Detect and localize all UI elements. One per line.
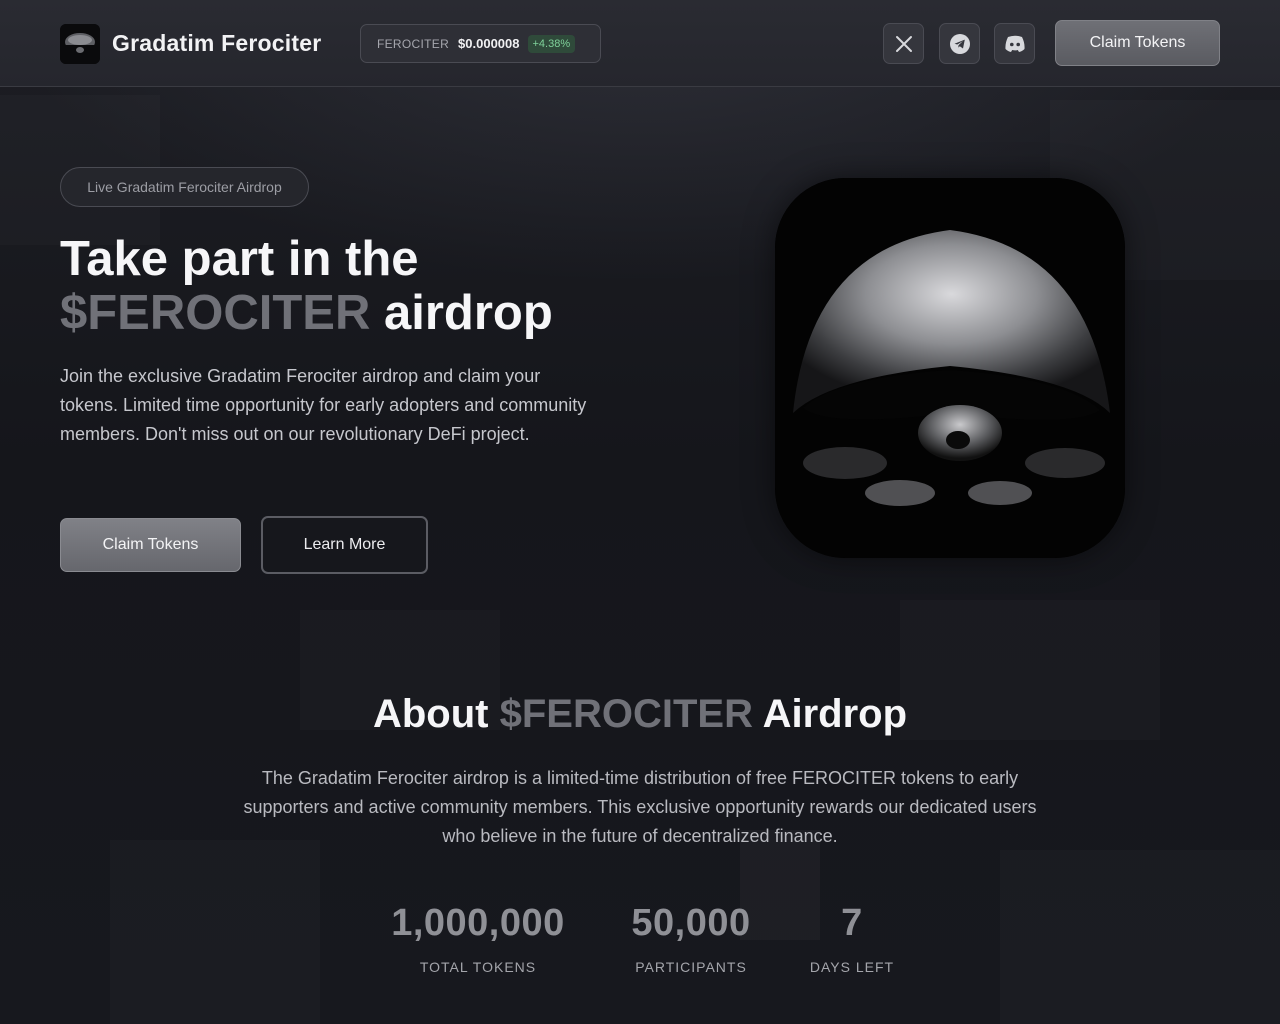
- stat-label: PARTICIPANTS: [635, 959, 747, 975]
- x-social-button[interactable]: [883, 23, 924, 64]
- live-airdrop-badge: Live Gradatim Ferociter Airdrop: [60, 167, 309, 207]
- ticker-change-badge: +4.38%: [527, 34, 576, 53]
- hero-title-accent: $FEROCITER: [60, 286, 371, 340]
- stat-days-left: 7 DAYS LEFT: [802, 902, 902, 975]
- brand-name[interactable]: Gradatim Ferociter: [112, 30, 321, 57]
- stat-value: 50,000: [631, 902, 751, 944]
- ticker-price: $0.000008: [458, 36, 520, 51]
- discord-icon: [1004, 35, 1025, 52]
- site-header: Gradatim Ferociter FEROCITER $0.000008 +…: [0, 0, 1280, 87]
- about-title-start: About: [372, 692, 489, 736]
- hero-title: Take part in the $FEROCITER airdrop: [60, 232, 700, 340]
- turtle-illustration-icon: [775, 178, 1125, 558]
- stat-value: 7: [841, 902, 863, 944]
- hero-claim-tokens-button[interactable]: Claim Tokens: [60, 518, 241, 572]
- hero-description: Join the exclusive Gradatim Ferociter ai…: [60, 366, 587, 444]
- ticker-symbol: FEROCITER: [377, 36, 450, 51]
- header-claim-tokens-button[interactable]: Claim Tokens: [1055, 20, 1220, 66]
- stat-label: DAYS LEFT: [809, 959, 895, 975]
- stat-label: TOTAL TOKENS: [419, 959, 537, 975]
- about-description: The Gradatim Ferociter airdrop is a limi…: [243, 768, 1037, 846]
- discord-social-button[interactable]: [994, 23, 1035, 64]
- about-title-end: Airdrop: [762, 692, 908, 736]
- learn-more-button[interactable]: Learn More: [261, 516, 428, 574]
- telegram-icon: [949, 33, 970, 54]
- x-icon: [895, 35, 912, 52]
- stat-total-tokens: 1,000,000 TOTAL TOKENS: [378, 902, 578, 975]
- about-title-accent: $FEROCITER: [499, 692, 753, 736]
- hero-title-end: airdrop: [384, 286, 553, 340]
- stat-participants: 50,000 PARTICIPANTS: [611, 902, 771, 975]
- turtle-logo-icon: [60, 24, 100, 64]
- stat-value: 1,000,000: [391, 902, 565, 944]
- hero-title-line1: Take part in the: [60, 232, 419, 286]
- price-ticker: FEROCITER $0.000008 +4.38%: [360, 24, 601, 63]
- telegram-social-button[interactable]: [939, 23, 980, 64]
- about-title: About $FEROCITER Airdrop: [0, 692, 1280, 737]
- brand-logo[interactable]: [60, 24, 100, 64]
- turtle-hero-image: [775, 178, 1125, 558]
